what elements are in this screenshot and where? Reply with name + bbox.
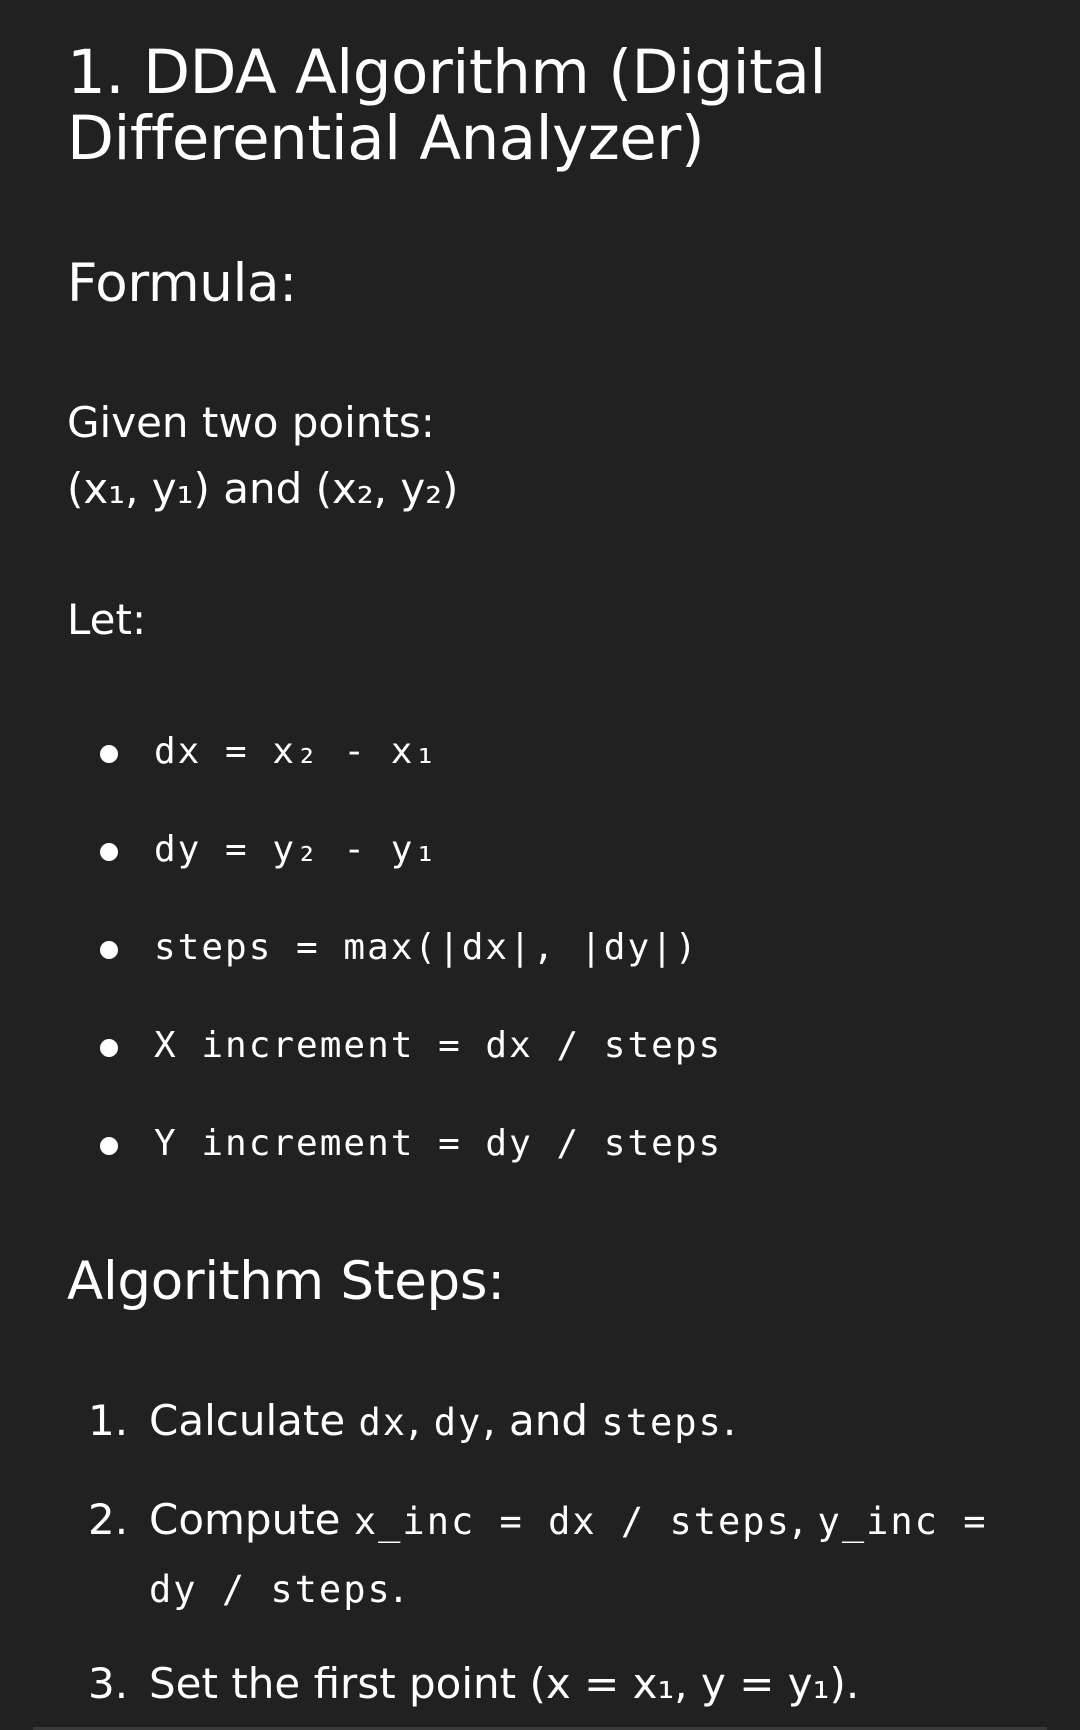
- bullet-dot-icon: [100, 1137, 118, 1155]
- inline-code: steps: [601, 1401, 723, 1444]
- step-text-part: ,: [407, 1396, 434, 1445]
- definition-dx: dx = x₂ - x₁: [154, 731, 439, 772]
- inline-code: dx: [358, 1401, 408, 1444]
- step-text-part: ,: [790, 1495, 818, 1544]
- definition-y-increment: Y increment = dy / steps: [154, 1123, 723, 1164]
- step-text-part: .: [722, 1396, 737, 1445]
- bullet-dot-icon: [100, 745, 118, 763]
- step-number: 3.: [88, 1659, 129, 1708]
- step-text: Compute x_inc = dx / steps, y_inc = dy /…: [149, 1487, 1029, 1623]
- step-text: Calculate dx, dy, and steps.: [149, 1388, 1029, 1456]
- step-text-part: Compute: [149, 1495, 354, 1544]
- step-number: 2.: [88, 1495, 129, 1544]
- step-text-part: Calculate: [149, 1396, 359, 1445]
- given-points: (x₁, y₁) and (x₂, y₂): [67, 464, 459, 513]
- page-title: 1. DDA Algorithm (Digital Differential A…: [67, 37, 826, 174]
- given-label: Given two points:: [67, 398, 435, 447]
- bullet-dot-icon: [100, 941, 118, 959]
- algorithm-steps-heading: Algorithm Steps:: [67, 1251, 505, 1312]
- step-number: 1.: [88, 1396, 129, 1445]
- bullet-dot-icon: [100, 1039, 118, 1057]
- definition-x-increment: X increment = dx / steps: [154, 1025, 723, 1066]
- inline-code: x_inc = dx / steps: [353, 1500, 791, 1543]
- inline-code: dy: [433, 1401, 483, 1444]
- let-label: Let:: [67, 595, 147, 644]
- definition-dy: dy = y₂ - y₁: [154, 829, 439, 870]
- step-text-part: .: [391, 1563, 406, 1612]
- step-text: Set the first point (x = x₁, y = y₁).: [149, 1659, 860, 1708]
- formula-heading: Formula:: [67, 253, 297, 314]
- step-text-part: , and: [482, 1396, 602, 1445]
- bullet-dot-icon: [100, 843, 118, 861]
- definition-steps: steps = max(|dx|, |dy|): [154, 927, 699, 968]
